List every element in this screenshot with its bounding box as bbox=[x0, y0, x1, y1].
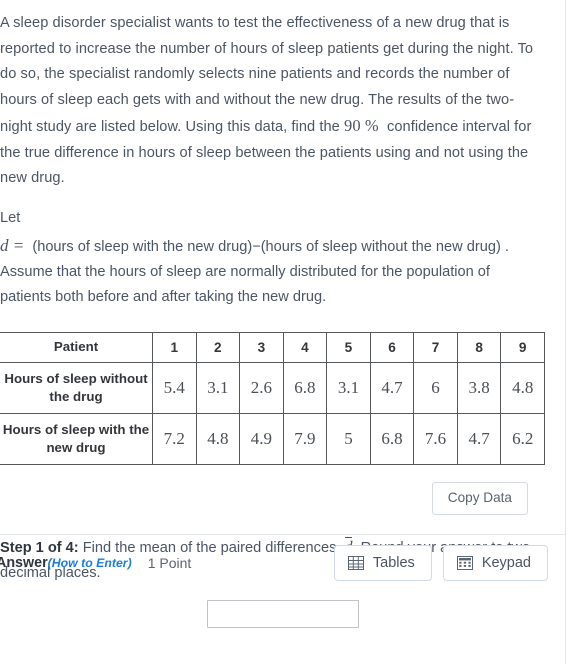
with-drug-3: 4.9 bbox=[239, 412, 284, 465]
keypad-button[interactable]: Keypad bbox=[442, 545, 548, 581]
table-grid-icon bbox=[347, 555, 364, 571]
answer-section-divider bbox=[0, 534, 566, 535]
tables-button[interactable]: Tables bbox=[333, 545, 432, 581]
copy-data-row: Copy Data bbox=[0, 481, 552, 515]
without-drug-9: 4.8 bbox=[500, 361, 545, 414]
problem-statement-part1: A sleep disorder specialist wants to tes… bbox=[0, 15, 534, 135]
without-drug-3: 2.6 bbox=[239, 361, 284, 414]
with-drug-8: 4.7 bbox=[456, 412, 502, 465]
let-label: Let bbox=[0, 209, 21, 226]
without-drug-2: 3.1 bbox=[195, 361, 241, 414]
with-drug-4: 7.9 bbox=[282, 412, 328, 465]
patient-col-6: 6 bbox=[369, 331, 415, 363]
d-equals-symbol: d = bbox=[0, 235, 25, 255]
answer-label: Answer bbox=[0, 555, 48, 571]
difference-definition-text: (hours of sleep with the new drug)−(hour… bbox=[32, 238, 509, 255]
without-drug-6: 4.7 bbox=[369, 361, 415, 414]
answer-input-row bbox=[0, 600, 571, 628]
how-to-enter-link[interactable]: (How to Enter) bbox=[48, 556, 132, 570]
row-header-without-drug: Hours of sleep without the drug bbox=[0, 361, 153, 414]
patient-col-4: 4 bbox=[282, 331, 328, 363]
with-drug-1: 7.2 bbox=[152, 412, 197, 465]
copy-data-button[interactable]: Copy Data bbox=[431, 481, 528, 515]
with-drug-6: 6.8 bbox=[369, 412, 415, 465]
normality-assumption: Assume that the hours of sleep are norma… bbox=[0, 263, 490, 305]
with-drug-2: 4.8 bbox=[195, 412, 241, 465]
answer-input[interactable] bbox=[207, 600, 359, 628]
without-drug-7: 6 bbox=[413, 361, 458, 414]
patient-col-7: 7 bbox=[413, 331, 458, 363]
patient-col-3: 3 bbox=[239, 331, 284, 363]
patient-col-5: 5 bbox=[326, 331, 371, 363]
table-row-with-drug: Hours of sleep with the new drug 7.2 4.8… bbox=[0, 412, 545, 465]
table-row-without-drug: Hours of sleep without the drug 5.4 3.1 … bbox=[0, 361, 545, 414]
without-drug-1: 5.4 bbox=[152, 361, 197, 414]
row-header-with-drug: Hours of sleep with the new drug bbox=[0, 412, 153, 465]
data-table-container: Patient 1 2 3 4 5 6 7 8 9 Hours of sleep… bbox=[0, 331, 552, 465]
without-drug-4: 6.8 bbox=[282, 361, 328, 414]
patient-col-2: 2 bbox=[195, 331, 241, 363]
page-right-gutter bbox=[566, 0, 571, 664]
with-drug-9: 6.2 bbox=[500, 412, 545, 465]
confidence-level-value: 90 % bbox=[344, 116, 379, 135]
patient-col-1: 1 bbox=[152, 331, 197, 363]
keypad-button-label: Keypad bbox=[481, 555, 531, 571]
patient-col-9: 9 bbox=[500, 331, 545, 363]
calculator-keypad-icon bbox=[456, 555, 473, 571]
without-drug-8: 3.8 bbox=[456, 361, 502, 414]
problem-statement: A sleep disorder specialist wants to tes… bbox=[0, 0, 552, 192]
with-drug-7: 7.6 bbox=[413, 412, 458, 465]
tables-button-label: Tables bbox=[372, 555, 415, 571]
question-content: A sleep disorder specialist wants to tes… bbox=[0, 0, 552, 601]
answer-bar: Answer (How to Enter) 1 Point Tables Key… bbox=[0, 545, 566, 581]
row-header-patient: Patient bbox=[0, 331, 153, 363]
points-value: 1 Point bbox=[147, 555, 192, 571]
answer-tools: Tables Keypad bbox=[333, 545, 566, 581]
table-row-patient-header: Patient 1 2 3 4 5 6 7 8 9 bbox=[0, 331, 545, 363]
patient-col-8: 8 bbox=[456, 331, 502, 363]
difference-definition: d = (hours of sleep with the new drug)−(… bbox=[0, 233, 552, 260]
without-drug-5: 3.1 bbox=[326, 361, 371, 414]
sleep-data-table: Patient 1 2 3 4 5 6 7 8 9 Hours of sleep… bbox=[0, 331, 545, 465]
with-drug-5: 5 bbox=[326, 412, 371, 465]
